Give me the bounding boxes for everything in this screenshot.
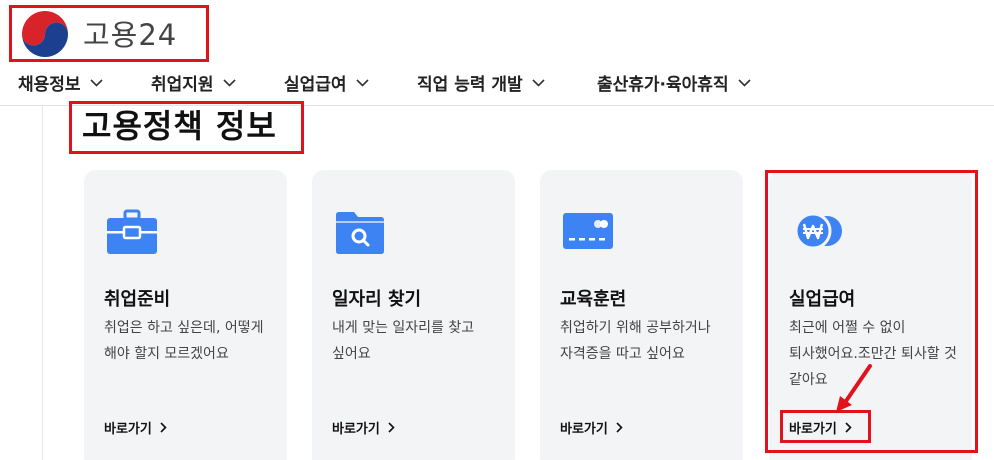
card-description: 취업은 하고 싶은데, 어떻게 해야 할지 모르겠어요: [104, 320, 264, 362]
card-title: 일자리 찾기: [332, 289, 422, 310]
shortcut-link[interactable]: 바로가기: [560, 418, 623, 437]
chevron-right-icon: [388, 422, 395, 433]
nav-item-job-info[interactable]: 채용정보: [18, 70, 103, 95]
nav-item-label: 채용정보: [18, 75, 81, 95]
shortcut-label: 바로가기: [560, 422, 608, 437]
chevron-down-icon: [89, 78, 103, 87]
nav-item-employment-support[interactable]: 취업지원: [151, 70, 236, 95]
briefcase-icon: [107, 209, 157, 254]
shortcut-label: 바로가기: [104, 422, 152, 437]
nav-item-unemployment-benefit[interactable]: 실업급여: [284, 70, 369, 95]
main-navigation: 채용정보 취업지원 실업급여 직업 능력 개발 출산휴가·육아휴직: [0, 66, 994, 106]
government-emblem-icon[interactable]: [20, 9, 70, 59]
shortcut-link[interactable]: 바로가기: [332, 418, 395, 437]
nav-item-parental-leave[interactable]: 출산휴가·육아휴직: [597, 70, 751, 95]
page-title: 고용정책 정보: [82, 107, 277, 145]
chevron-down-icon: [222, 78, 236, 87]
shortcut-label: 바로가기: [332, 422, 380, 437]
card-description: 내게 맞는 일자리를 찾고 싶어요: [332, 320, 475, 362]
policy-card-job-search[interactable]: 일자리 찾기 내게 맞는 일자리를 찾고 싶어요 바로가기: [312, 170, 515, 460]
nav-item-label: 취업지원: [151, 75, 214, 95]
chevron-right-icon: [616, 422, 623, 433]
card-title: 취업준비: [104, 289, 171, 310]
folder-search-icon: [336, 212, 384, 254]
nav-item-vocational-training[interactable]: 직업 능력 개발: [417, 70, 545, 95]
annotation-arrow-icon: [836, 364, 872, 412]
chevron-right-icon: [160, 422, 167, 433]
link-highlight-box: [780, 410, 871, 443]
site-brand-name[interactable]: 고용24: [83, 12, 177, 54]
policy-card-education-training[interactable]: 교육훈련 취업하기 위해 공부하거나 자격증을 따고 싶어요 바로가기: [540, 170, 743, 460]
content-divider: [42, 106, 43, 460]
card-description: 취업하기 위해 공부하거나 자격증을 따고 싶어요: [560, 320, 711, 362]
chevron-down-icon: [738, 78, 751, 87]
nav-item-label: 출산휴가·육아휴직: [597, 75, 729, 95]
card-title: 교육훈련: [560, 289, 627, 310]
policy-card-job-preparation[interactable]: 취업준비 취업은 하고 싶은데, 어떻게 해야 할지 모르겠어요 바로가기: [84, 170, 287, 460]
nav-item-label: 직업 능력 개발: [417, 75, 523, 95]
shortcut-link[interactable]: 바로가기: [104, 418, 167, 437]
chevron-down-icon: [532, 78, 545, 87]
chevron-down-icon: [355, 78, 369, 87]
nav-item-label: 실업급여: [284, 75, 347, 95]
card-icon: [563, 213, 613, 249]
